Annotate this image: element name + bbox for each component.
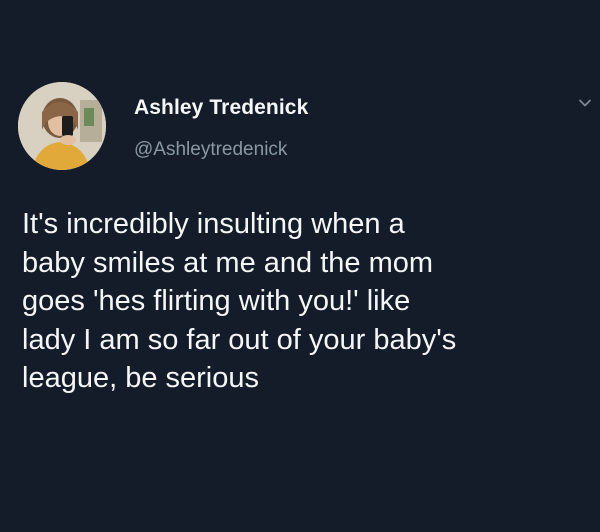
tweet-text: It's incredibly insulting when a baby sm… — [22, 208, 457, 394]
author-name[interactable]: Ashley Tredenick — [134, 96, 308, 120]
tweet-card: Ashley Tredenick @Ashleytredenick It's i… — [0, 0, 600, 532]
avatar-photo — [18, 82, 106, 170]
avatar[interactable] — [18, 82, 106, 170]
author-handle[interactable]: @Ashleytredenick — [134, 139, 287, 161]
chevron-down-icon[interactable] — [578, 96, 592, 110]
